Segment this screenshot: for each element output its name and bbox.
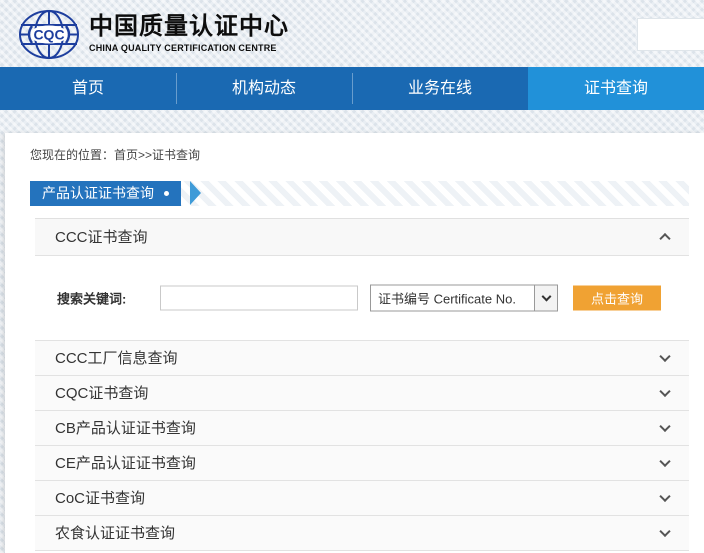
- accordion-header-agrifood-certificate[interactable]: 农食认证证书查询: [35, 516, 689, 551]
- accordion-header-cqc-certificate[interactable]: CQC证书查询: [35, 376, 689, 411]
- chevron-down-icon: [659, 526, 670, 537]
- accordion-row-label: CoC证书查询: [55, 490, 145, 507]
- chevron-down-icon: [541, 292, 551, 302]
- chevron-down-icon: [659, 351, 670, 362]
- site-titles: 中国质量认证中心 CHINA QUALITY CERTIFICATION CEN…: [89, 13, 289, 53]
- section-banner: 产品认证证书查询: [30, 181, 689, 206]
- chevron-down-icon: [659, 386, 670, 397]
- query-accordion: CCC证书查询 搜索关键词: 证书编号 Certificate No. 点击查询…: [35, 218, 689, 551]
- logo-text: CQC: [33, 27, 64, 43]
- search-type-selected-value: 证书编号 Certificate No.: [371, 289, 534, 308]
- site-header: CQC 中国质量认证中心 CHINA QUALITY CERTIFICATION…: [0, 0, 704, 67]
- accordion-header-ce-certificate[interactable]: CE产品认证证书查询: [35, 446, 689, 481]
- content-panel: 您现在的位置：首页>>证书查询 产品认证证书查询 CCC证书查询 搜索关键词: …: [5, 133, 704, 553]
- header-search-box[interactable]: [637, 18, 704, 51]
- search-keyword-label: 搜索关键词:: [57, 289, 126, 308]
- select-dropdown-arrow-box[interactable]: [534, 286, 557, 311]
- accordion-header-cb-certificate[interactable]: CB产品认证证书查询: [35, 411, 689, 446]
- nav-item-home[interactable]: 首页: [0, 67, 176, 110]
- nav-item-certificate-query[interactable]: 证书查询: [528, 67, 704, 110]
- nav-item-business-online[interactable]: 业务在线: [352, 67, 528, 110]
- cqc-globe-logo-icon: CQC: [17, 8, 81, 61]
- main-nav: 首页 机构动态 业务在线 证书查询: [0, 67, 704, 110]
- accordion-header-coc-certificate[interactable]: CoC证书查询: [35, 481, 689, 516]
- accordion-row-label: CQC证书查询: [55, 385, 148, 402]
- search-type-select[interactable]: 证书编号 Certificate No.: [370, 285, 558, 312]
- chevron-down-icon: [659, 491, 670, 502]
- site-title-en: CHINA QUALITY CERTIFICATION CENTRE: [89, 43, 289, 53]
- accordion-header-ccc-factory[interactable]: CCC工厂信息查询: [35, 341, 689, 376]
- chevron-down-icon: [659, 421, 670, 432]
- site-title-cn: 中国质量认证中心: [89, 13, 289, 41]
- ccc-search-form: 搜索关键词: 证书编号 Certificate No. 点击查询: [35, 256, 689, 341]
- caret-up-icon: [659, 233, 670, 244]
- accordion-row-label: CB产品认证证书查询: [55, 420, 196, 437]
- banner-dot-icon: [164, 191, 169, 196]
- accordion-row-label: CE产品认证证书查询: [55, 455, 196, 472]
- section-banner-title-box: 产品认证证书查询: [30, 181, 181, 206]
- nav-item-news[interactable]: 机构动态: [176, 67, 352, 110]
- accordion-header-ccc-certificate[interactable]: CCC证书查询: [35, 219, 689, 256]
- query-button[interactable]: 点击查询: [573, 286, 661, 311]
- page: CQC 中国质量认证中心 CHINA QUALITY CERTIFICATION…: [0, 0, 704, 553]
- section-banner-title: 产品认证证书查询: [42, 181, 154, 206]
- search-keyword-input[interactable]: [160, 286, 358, 311]
- accordion-row-label: 农食认证证书查询: [55, 525, 175, 542]
- accordion-row-label: CCC工厂信息查询: [55, 350, 178, 367]
- banner-arrow-icon: [190, 181, 201, 205]
- breadcrumb[interactable]: 您现在的位置：首页>>证书查询: [30, 146, 200, 163]
- chevron-down-icon: [659, 456, 670, 467]
- accordion-header-label: CCC证书查询: [55, 229, 148, 246]
